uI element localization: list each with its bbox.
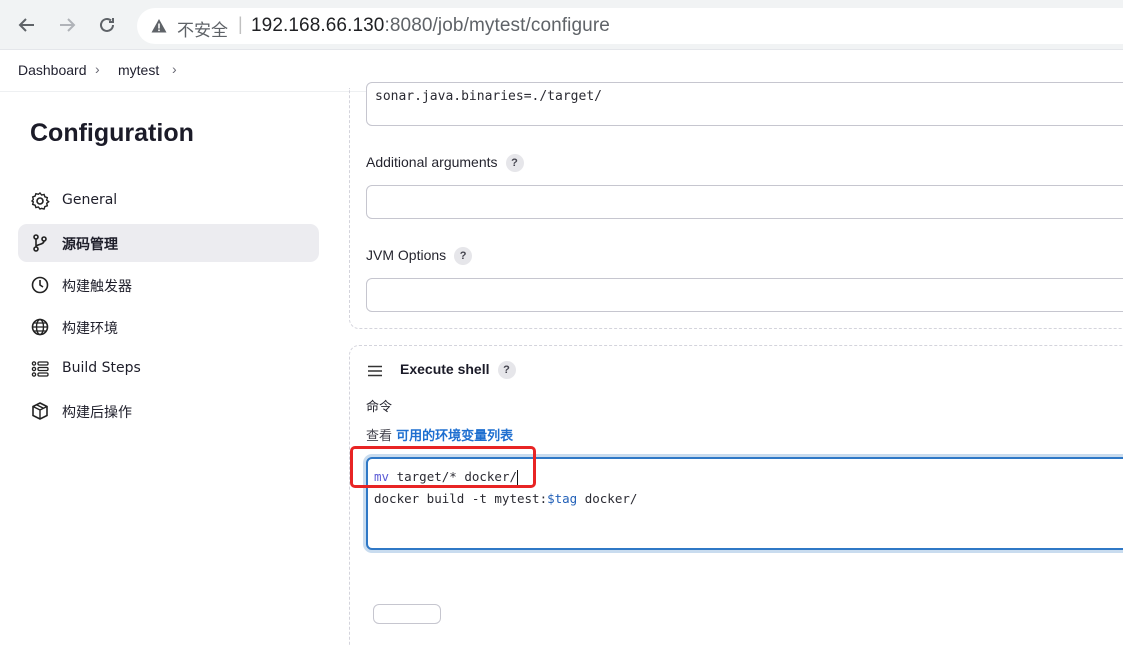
address-bar[interactable]: 不安全 | 192.168.66.130:8080/job/mytest/con… xyxy=(137,8,1123,44)
additional-args-input[interactable] xyxy=(366,185,1123,219)
execute-shell-title: Execute shell? xyxy=(400,361,516,380)
jvm-options-label: JVM Options? xyxy=(366,247,473,266)
drag-handle-icon[interactable] xyxy=(367,365,383,377)
sidebar-item-label: 构建后操作 xyxy=(62,405,132,421)
jvm-options-input[interactable] xyxy=(366,278,1123,312)
gear-icon xyxy=(30,192,50,210)
help-icon[interactable]: ? xyxy=(505,154,524,173)
sidebar-item-label: Build Steps xyxy=(62,360,141,376)
analysis-properties-textarea[interactable]: sonar.java.binaries=./target/ xyxy=(366,82,1123,126)
sidebar-item-label: General xyxy=(62,192,118,208)
sidebar-item-triggers[interactable]: 构建触发器 xyxy=(18,266,319,304)
help-icon[interactable]: ? xyxy=(454,247,473,266)
sidebar-item-label: 源码管理 xyxy=(62,237,118,253)
shell-line: docker build -t mytest:$tag docker/ xyxy=(374,491,638,506)
sidebar-item-build-steps[interactable]: Build Steps xyxy=(18,350,319,388)
url-text[interactable]: 192.168.66.130:8080/job/mytest/configure xyxy=(251,15,610,37)
sidebar-item-general[interactable]: General xyxy=(18,182,319,220)
globe-icon xyxy=(31,318,49,336)
forward-button[interactable] xyxy=(53,11,81,39)
sidebar-item-scm[interactable]: 源码管理 xyxy=(18,224,319,262)
sidebar-item-label: 构建触发器 xyxy=(62,279,132,295)
breadcrumb-dashboard[interactable]: Dashboard xyxy=(18,62,87,78)
sidebar-item-environment[interactable]: 构建环境 xyxy=(18,308,319,346)
branch-icon xyxy=(33,234,47,252)
help-icon[interactable]: ? xyxy=(497,361,516,380)
arrow-right-icon xyxy=(60,18,76,32)
box-icon xyxy=(32,402,48,420)
chevron-right-icon[interactable]: › xyxy=(95,61,100,77)
security-label[interactable]: 不安全 xyxy=(177,16,228,41)
add-step-button[interactable] xyxy=(373,604,441,624)
clock-icon xyxy=(31,276,49,294)
breadcrumb-mytest[interactable]: mytest xyxy=(118,62,159,78)
command-label: 命令 xyxy=(366,400,393,415)
browser-toolbar: 不安全 | 192.168.66.130:8080/job/mytest/con… xyxy=(0,0,1123,50)
additional-args-label: Additional arguments? xyxy=(366,154,524,173)
warning-icon xyxy=(151,19,167,33)
reload-button[interactable] xyxy=(93,11,121,39)
address-divider: | xyxy=(238,14,243,34)
sidebar-item-label: 构建环境 xyxy=(62,321,118,337)
env-vars-link[interactable]: 可用的环境变量列表 xyxy=(396,429,513,444)
list-icon xyxy=(31,361,49,377)
back-button[interactable] xyxy=(13,11,41,39)
arrow-left-icon xyxy=(18,18,34,32)
chevron-right-icon[interactable]: › xyxy=(172,61,177,77)
env-vars-line: 查看 可用的环境变量列表 xyxy=(366,429,514,444)
sidebar-item-post-build[interactable]: 构建后操作 xyxy=(18,392,319,430)
annotation-highlight-box xyxy=(350,446,536,488)
page-title: Configuration xyxy=(30,119,194,147)
reload-icon xyxy=(100,17,114,32)
